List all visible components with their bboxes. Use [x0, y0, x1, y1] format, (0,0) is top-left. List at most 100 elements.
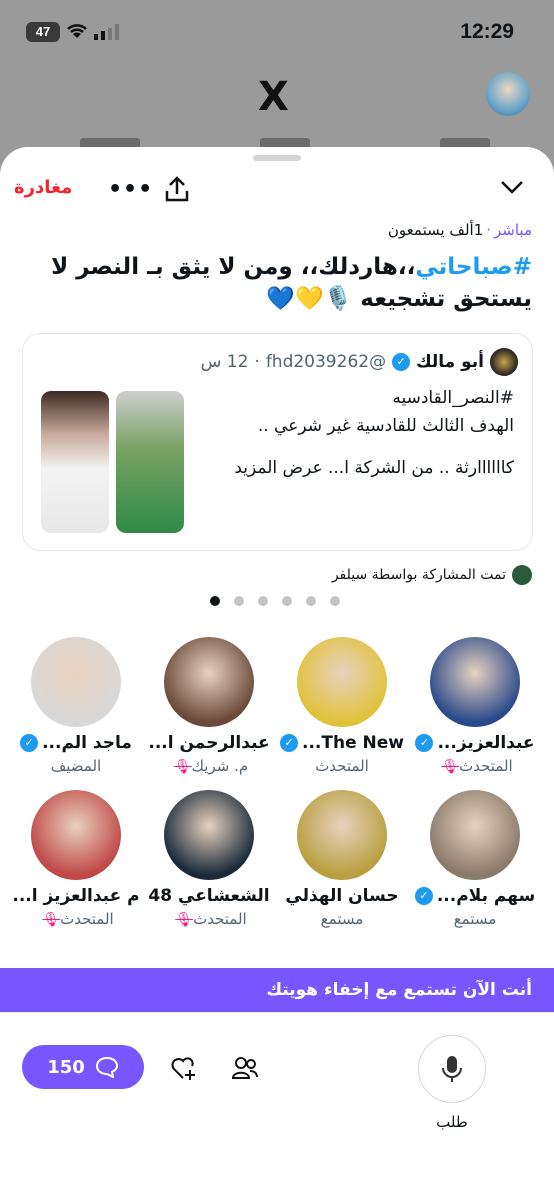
participant-role: المتحدث: [60, 910, 114, 928]
participant[interactable]: ماجد الم... ✓ المضيف: [10, 637, 142, 775]
participant-role-row: المتحدث🎙: [143, 910, 275, 928]
participant-avatar[interactable]: [430, 790, 520, 880]
participant-name: الشعشاعي 48: [148, 886, 270, 906]
participant-role-row: المتحدث: [276, 757, 408, 775]
wifi-icon: [67, 24, 87, 38]
participant-name: The New...: [302, 733, 404, 753]
pinned-tweet[interactable]: أبو مالك ✓ @fhd2039262 · 12 س #النصر_الق…: [22, 333, 533, 551]
participant-name-row: سهم بلام... ✓: [409, 886, 541, 906]
tweet-image[interactable]: [41, 391, 109, 533]
x-logo-icon[interactable]: X: [258, 74, 289, 120]
participant-name-row: الشعشاعي 48: [143, 886, 275, 906]
chevron-down-icon[interactable]: [500, 179, 524, 195]
participant-name-row: عبدالرحمن ا...: [143, 733, 275, 753]
participant-role-row: مستمع: [276, 910, 408, 928]
people-icon[interactable]: [231, 1055, 259, 1081]
comments-button[interactable]: 150: [22, 1045, 144, 1089]
participant-name: سهم بلام...: [436, 886, 536, 906]
verified-icon: ✓: [392, 353, 411, 371]
tweet-line: كاااااارثة .. من الشركة ا... عرض المزيد: [234, 458, 514, 478]
status-bar: 47 12:29: [0, 0, 554, 64]
space-sheet: مغادرة ••• مباشر·1ألف يستمعون #صباحاتي،،…: [0, 147, 554, 1200]
sharer-avatar: [512, 565, 532, 585]
participant-role: مستمع: [453, 910, 497, 928]
tweet-handle: @fhd2039262: [265, 352, 387, 372]
tweet-line: الهدف الثالث للقادسية غير شرعي ..: [257, 416, 514, 436]
participant-name: م عبدالعزيز ا...: [12, 886, 140, 906]
tweet-author: أبو مالك: [416, 352, 484, 372]
space-title: #صباحاتي،،هاردلك،، ومن لا يثق بـ النصر ل…: [22, 251, 532, 315]
shared-by-text: تمت المشاركة بواسطة سيلفر: [331, 567, 506, 583]
participant-avatar[interactable]: [31, 790, 121, 880]
participant-role-row: م. شريك🎙: [143, 757, 275, 775]
share-icon[interactable]: [164, 175, 190, 203]
listener-count: 1ألف يستمعون: [387, 221, 484, 239]
more-icon[interactable]: •••: [108, 177, 153, 202]
heart-add-icon[interactable]: [170, 1055, 198, 1081]
leave-button[interactable]: مغادرة: [14, 177, 72, 198]
participant-name: عبدالعزيز...: [437, 733, 535, 753]
comment-icon: [95, 1056, 118, 1078]
clock: 12:29: [460, 20, 514, 43]
participant-role: المضيف: [50, 757, 102, 775]
participant[interactable]: عبدالعزيز... ✓ المتحدث🎙: [409, 637, 541, 775]
sheet-grabber[interactable]: [253, 155, 301, 161]
participant[interactable]: سهم بلام... ✓ مستمع: [409, 790, 541, 928]
participant-name: عبدالرحمن ا...: [148, 733, 270, 753]
request-mic-button[interactable]: [418, 1035, 486, 1103]
participant-avatar[interactable]: [164, 790, 254, 880]
tweet-image[interactable]: [116, 391, 184, 533]
participant-avatar[interactable]: [31, 637, 121, 727]
participant-avatar[interactable]: [164, 637, 254, 727]
verified-icon: ✓: [280, 734, 299, 752]
tweet-line: #النصر_القادسيه: [392, 388, 514, 408]
shared-by: تمت المشاركة بواسطة سيلفر: [332, 565, 532, 585]
participant-name-row: ماجد الم... ✓: [10, 733, 142, 753]
participant[interactable]: The New... ✓ المتحدث: [276, 637, 408, 775]
participant[interactable]: الشعشاعي 48 المتحدث🎙: [143, 790, 275, 928]
participant-avatar[interactable]: [297, 637, 387, 727]
profile-avatar[interactable]: [486, 72, 530, 116]
participant-avatar[interactable]: [430, 637, 520, 727]
anonymous-banner: أنت الآن تستمع مع إخفاء هويتك: [0, 968, 554, 1012]
participant-role: المتحدث: [193, 910, 247, 928]
title-hashtag[interactable]: #صباحاتي: [415, 254, 532, 280]
signal-icon: [94, 24, 119, 40]
tweet-avatar[interactable]: [490, 348, 518, 376]
participant-role: المتحدث: [459, 757, 513, 775]
participant-role-row: المضيف: [10, 757, 142, 775]
participant-role: م. شريك: [191, 757, 249, 775]
request-label: طلب: [436, 1113, 468, 1131]
participant-name: ماجد الم...: [42, 733, 132, 753]
participant-avatar[interactable]: [297, 790, 387, 880]
participant[interactable]: عبدالرحمن ا... م. شريك🎙: [143, 637, 275, 775]
live-status: مباشر·1ألف يستمعون: [387, 221, 532, 239]
microphone-icon: [442, 1056, 462, 1082]
participant-name-row: م عبدالعزيز ا...: [10, 886, 142, 906]
verified-icon: ✓: [20, 734, 39, 752]
participant-name-row: The New... ✓: [276, 733, 408, 753]
mic-muted-icon: 🎙: [441, 759, 460, 775]
tweet-body: #النصر_القادسيه الهدف الثالث للقادسية غي…: [194, 384, 514, 482]
battery-level: 47: [35, 24, 51, 39]
tweet-time: 12 س: [200, 352, 249, 372]
participant[interactable]: حسان الهذلي مستمع: [276, 790, 408, 928]
participant-role: المتحدث: [315, 757, 369, 775]
verified-icon: ✓: [414, 887, 433, 905]
verified-icon: ✓: [415, 734, 434, 752]
mic-muted-icon: 🎙: [175, 912, 194, 928]
battery-icon: 47: [26, 22, 60, 42]
live-label: مباشر: [494, 221, 532, 239]
bottom-bar: 150 طلب: [0, 1012, 554, 1200]
participant-role-row: المتحدث🎙: [409, 757, 541, 775]
participant[interactable]: م عبدالعزيز ا... المتحدث🎙: [10, 790, 142, 928]
participant-name: حسان الهذلي: [285, 886, 399, 906]
participant-role: مستمع: [320, 910, 364, 928]
mic-muted-icon: 🎙: [173, 759, 192, 775]
participant-role-row: مستمع: [409, 910, 541, 928]
tweet-header: أبو مالك ✓ @fhd2039262 · 12 س: [201, 348, 518, 376]
comments-count: 150: [47, 1056, 85, 1078]
participant-role-row: المتحدث🎙: [10, 910, 142, 928]
pager-dots[interactable]: [210, 596, 340, 606]
participant-name-row: حسان الهذلي: [276, 886, 408, 906]
